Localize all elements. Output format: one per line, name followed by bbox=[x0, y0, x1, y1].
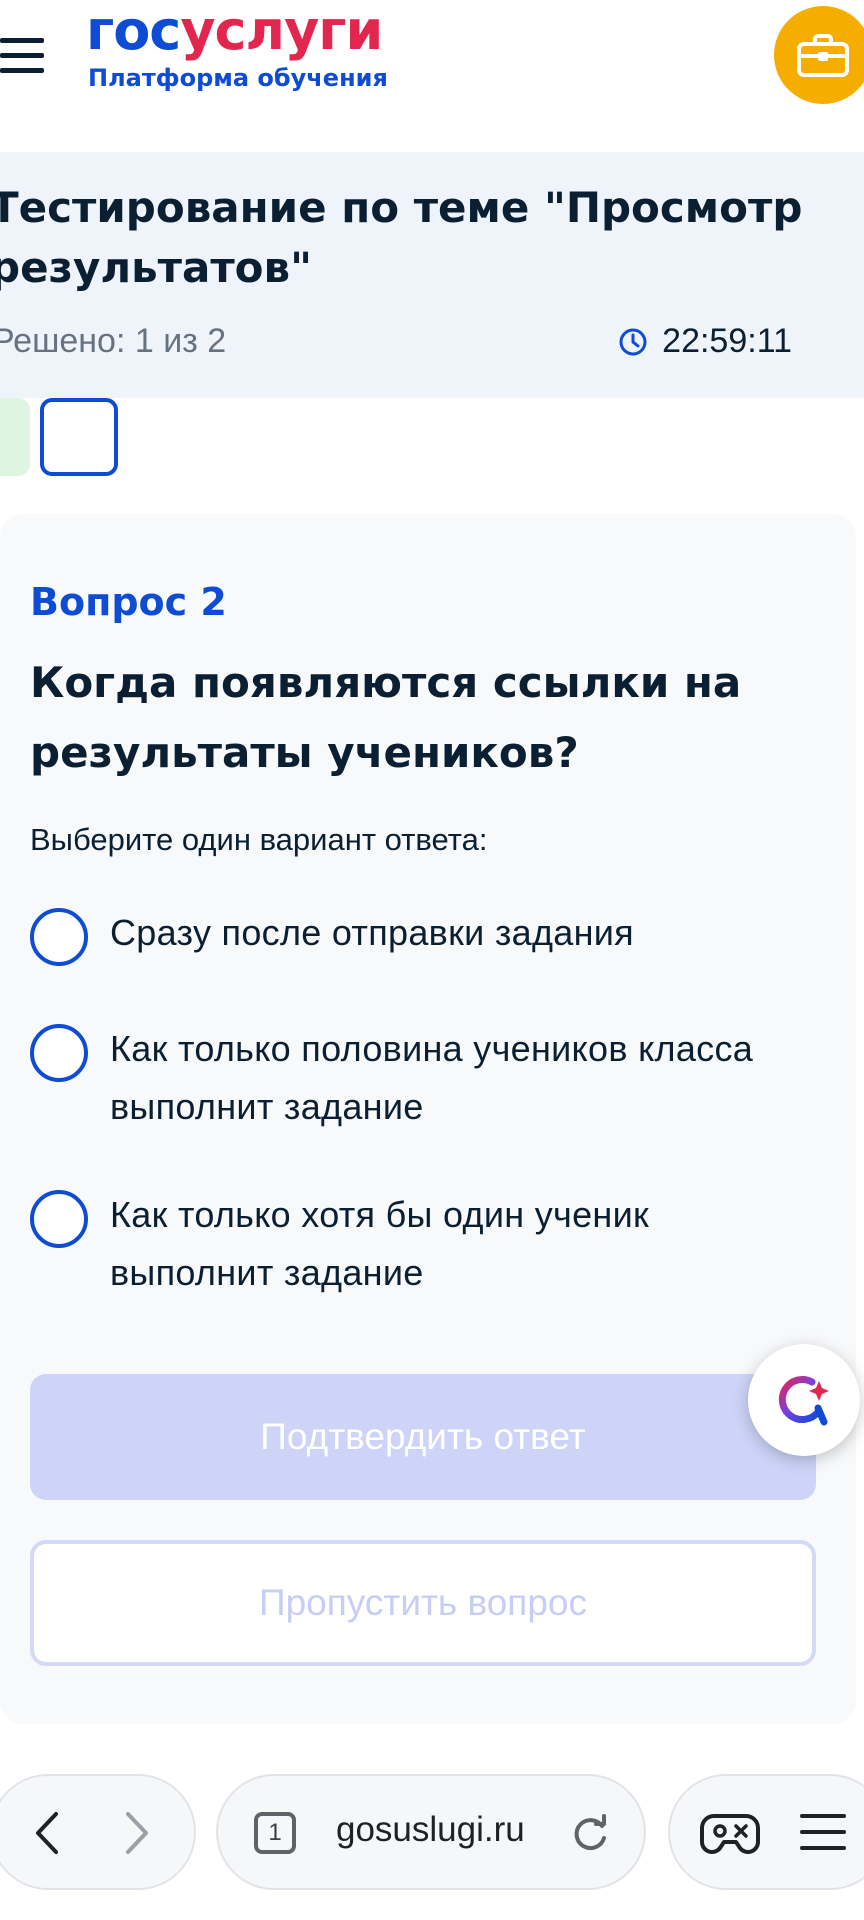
radio-button[interactable] bbox=[30, 908, 88, 966]
hamburger-menu-icon[interactable] bbox=[800, 1812, 846, 1852]
skip-question-button[interactable]: Пропустить вопрос bbox=[30, 1540, 816, 1666]
tab-count-button[interactable]: 1 bbox=[254, 1812, 296, 1854]
answer-option-label: Сразу после отправки задания bbox=[110, 912, 634, 953]
question-nav-item-current[interactable] bbox=[40, 398, 118, 476]
browser-toolbar: 1 gosuslugi.ru bbox=[0, 1752, 864, 1920]
question-number: Вопрос 2 bbox=[30, 580, 227, 624]
chevron-left-icon[interactable] bbox=[26, 1810, 72, 1856]
gosuslugi-logo[interactable]: госуслуги Платформа обучения bbox=[86, 0, 388, 92]
ai-assistant-icon[interactable] bbox=[748, 1344, 860, 1456]
app-header: госуслуги Платформа обучения bbox=[0, 0, 864, 134]
briefcase-icon[interactable] bbox=[774, 6, 864, 104]
clock-icon bbox=[618, 327, 648, 357]
menu-icon[interactable] bbox=[0, 38, 44, 74]
logo-gos-text: гос bbox=[86, 0, 181, 62]
browser-address-bar[interactable]: 1 gosuslugi.ru bbox=[216, 1774, 646, 1890]
answer-hint: Выберите один вариант ответа: bbox=[30, 822, 488, 857]
answer-option[interactable]: Как только половина учеников класса выпо… bbox=[30, 1020, 820, 1136]
answer-option[interactable]: Сразу после отправки задания bbox=[30, 904, 820, 966]
url-text[interactable]: gosuslugi.ru bbox=[336, 1810, 525, 1850]
radio-button[interactable] bbox=[30, 1024, 88, 1082]
test-info-panel: Тестирование по теме "Просмотр результат… bbox=[0, 152, 864, 398]
question-text: Когда появляются ссылки на результаты уч… bbox=[30, 658, 742, 777]
test-title: Тестирование по теме "Просмотр результат… bbox=[0, 183, 803, 292]
question-nav-item-done[interactable] bbox=[0, 398, 30, 476]
solved-counter: Решено: 1 из 2 bbox=[0, 322, 227, 360]
timer: 22:59:11 bbox=[618, 322, 792, 361]
gamepad-icon[interactable] bbox=[700, 1808, 760, 1858]
chevron-right-icon[interactable] bbox=[112, 1810, 158, 1856]
confirm-answer-button[interactable]: Подтвердить ответ bbox=[30, 1374, 816, 1500]
question-card: Вопрос 2 Когда появляются ссылки на резу… bbox=[0, 514, 856, 1724]
timer-value: 22:59:11 bbox=[662, 322, 792, 360]
answer-option-label: Как только половина учеников класса выпо… bbox=[110, 1028, 754, 1127]
logo-subtitle: Платформа обучения bbox=[88, 64, 388, 92]
logo-uslugi-text: услуги bbox=[180, 0, 383, 62]
browser-menu-group bbox=[668, 1774, 864, 1890]
answer-option[interactable]: Как только хотя бы один ученик выполнит … bbox=[30, 1186, 820, 1302]
answer-option-label: Как только хотя бы один ученик выполнит … bbox=[110, 1194, 650, 1293]
browser-nav-group bbox=[0, 1774, 196, 1890]
reload-icon[interactable] bbox=[568, 1812, 612, 1856]
radio-button[interactable] bbox=[30, 1190, 88, 1248]
